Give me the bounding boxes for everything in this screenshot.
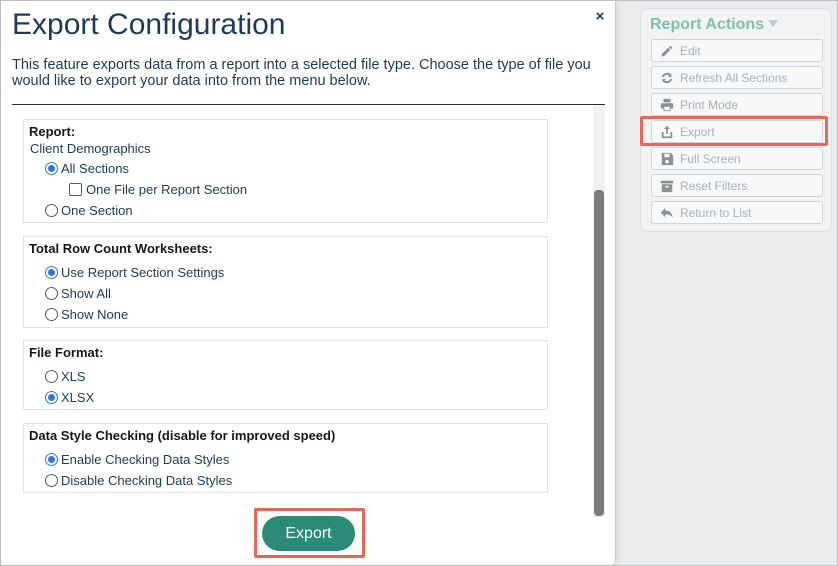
export-button[interactable]: Export bbox=[262, 516, 355, 551]
report-name: Client Demographics bbox=[30, 141, 151, 156]
row-count-heading: Total Row Count Worksheets: bbox=[29, 241, 213, 256]
radio[interactable] bbox=[45, 307, 58, 321]
report-actions-title[interactable]: Report Actions bbox=[650, 16, 779, 34]
use-report-section-settings-radio[interactable]: Use Report Section Settings bbox=[45, 264, 224, 280]
refresh-icon bbox=[659, 71, 675, 85]
printer-icon bbox=[659, 98, 675, 112]
full-screen-button[interactable]: Full Screen bbox=[651, 147, 823, 170]
show-none-radio[interactable]: Show None bbox=[45, 306, 128, 322]
caret-down-icon bbox=[768, 20, 779, 27]
checkbox[interactable] bbox=[69, 182, 82, 196]
export-configuration-modal: Export Configuration × This feature expo… bbox=[0, 0, 616, 566]
report-section: Report: Client Demographics All Sections… bbox=[23, 119, 548, 223]
radio-selected[interactable] bbox=[45, 390, 58, 404]
radio[interactable] bbox=[45, 369, 58, 383]
report-actions-panel: Report Actions Edit Refresh All Sections… bbox=[640, 8, 832, 232]
print-mode-button[interactable]: Print Mode bbox=[651, 93, 823, 116]
xlsx-radio[interactable]: XLSX bbox=[45, 389, 94, 405]
modal-description: This feature exports data from a report … bbox=[12, 57, 591, 89]
style-checking-heading: Data Style Checking (disable for improve… bbox=[29, 428, 336, 443]
all-sections-radio[interactable]: All Sections bbox=[45, 160, 129, 176]
disable-checking-radio[interactable]: Disable Checking Data Styles bbox=[45, 472, 232, 488]
radio[interactable] bbox=[45, 286, 58, 300]
radio-selected[interactable] bbox=[45, 161, 58, 175]
export-action-button[interactable]: Export bbox=[651, 120, 823, 143]
archive-icon bbox=[659, 179, 675, 193]
one-file-per-section-checkbox[interactable]: One File per Report Section bbox=[69, 181, 247, 197]
xls-radio[interactable]: XLS bbox=[45, 368, 86, 384]
report-heading: Report: bbox=[29, 124, 76, 139]
full-screen-icon bbox=[659, 152, 675, 166]
enable-checking-radio[interactable]: Enable Checking Data Styles bbox=[45, 451, 229, 467]
edit-button[interactable]: Edit bbox=[651, 39, 823, 62]
refresh-all-sections-button[interactable]: Refresh All Sections bbox=[651, 66, 823, 89]
reset-filters-button[interactable]: Reset Filters bbox=[651, 174, 823, 197]
pencil-icon bbox=[659, 44, 675, 58]
radio-selected[interactable] bbox=[45, 265, 58, 279]
radio[interactable] bbox=[45, 203, 58, 217]
return-to-list-button[interactable]: Return to List bbox=[651, 201, 823, 224]
style-checking-section: Data Style Checking (disable for improve… bbox=[23, 423, 548, 493]
file-format-heading: File Format: bbox=[29, 345, 104, 360]
return-arrow-icon bbox=[659, 206, 675, 220]
radio-selected[interactable] bbox=[45, 452, 58, 466]
row-count-section: Total Row Count Worksheets: Use Report S… bbox=[23, 236, 548, 328]
radio[interactable] bbox=[45, 473, 58, 487]
options-scroll-area: Report: Client Demographics All Sections… bbox=[12, 105, 606, 517]
close-icon[interactable]: × bbox=[592, 8, 608, 25]
export-icon bbox=[659, 125, 675, 139]
file-format-section: File Format: XLS XLSX bbox=[23, 340, 548, 410]
show-all-radio[interactable]: Show All bbox=[45, 285, 111, 301]
modal-title: Export Configuration bbox=[12, 8, 286, 41]
one-section-radio[interactable]: One Section bbox=[45, 202, 133, 218]
